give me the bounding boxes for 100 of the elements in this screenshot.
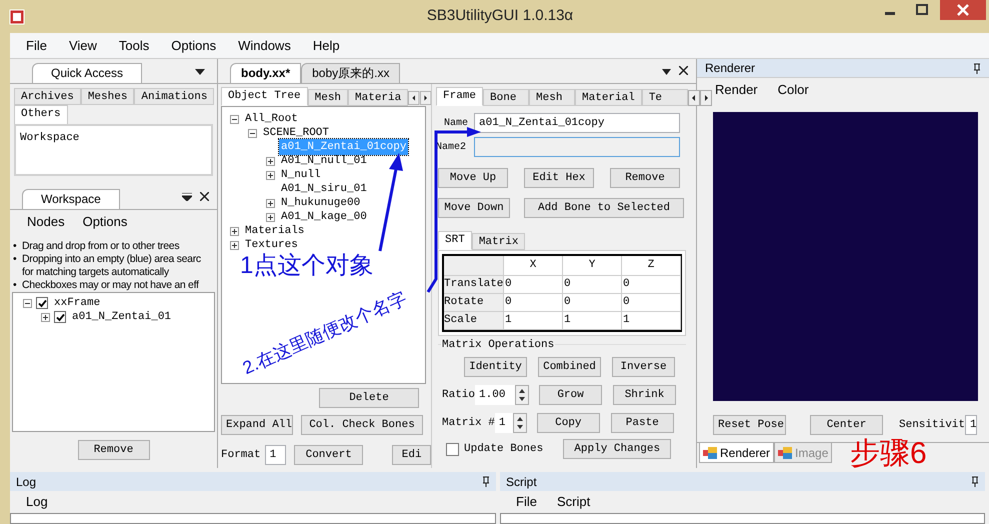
input-field[interactable]: a01_N_Zentai_01copy bbox=[474, 113, 680, 133]
table-cell[interactable]: 0 bbox=[504, 276, 563, 294]
button[interactable]: Convert bbox=[294, 445, 364, 465]
close-icon[interactable] bbox=[200, 192, 209, 201]
menu-item[interactable]: Script bbox=[556, 492, 590, 512]
menu-item[interactable]: Tools bbox=[118, 36, 150, 56]
tree-item[interactable]: A01_N_kage_00 bbox=[279, 208, 369, 226]
collapse-icon[interactable] bbox=[23, 298, 32, 308]
button[interactable]: Remove bbox=[78, 440, 150, 460]
menu-item[interactable]: Render bbox=[715, 80, 758, 100]
button[interactable]: Move Down bbox=[438, 198, 510, 218]
input-field[interactable]: 1.00 bbox=[475, 385, 516, 405]
tree-item[interactable]: N_hukunuge00 bbox=[279, 194, 362, 212]
dropdown-icon[interactable] bbox=[195, 69, 205, 75]
pin-icon[interactable] bbox=[482, 476, 490, 487]
scroll-right-icon[interactable] bbox=[700, 90, 712, 106]
checkbox[interactable] bbox=[54, 311, 66, 323]
tree-item[interactable]: Textures bbox=[243, 236, 300, 254]
button[interactable]: Move Up bbox=[438, 168, 508, 188]
button[interactable]: Remove bbox=[610, 168, 680, 188]
tree-item[interactable]: N_null bbox=[279, 166, 323, 184]
tab[interactable]: Mesh bbox=[529, 89, 576, 106]
tab[interactable]: Materia bbox=[348, 89, 408, 106]
collapse-icon[interactable] bbox=[230, 114, 239, 124]
list-item[interactable]: Workspace bbox=[20, 130, 207, 146]
input-field[interactable]: 1 bbox=[494, 413, 513, 433]
button[interactable]: Combined bbox=[538, 357, 601, 377]
button[interactable]: Edit Hex bbox=[524, 168, 594, 188]
menu-item[interactable]: View bbox=[68, 36, 97, 56]
expand-icon[interactable] bbox=[266, 156, 275, 166]
menu-item[interactable]: File bbox=[26, 36, 47, 56]
tab[interactable]: Material bbox=[575, 89, 642, 106]
scroll-left-icon[interactable] bbox=[408, 90, 420, 106]
checkbox[interactable] bbox=[446, 442, 459, 456]
dropdown-icon[interactable] bbox=[182, 193, 192, 201]
tab[interactable]: Mesh bbox=[308, 89, 348, 106]
table-cell[interactable]: 0 bbox=[563, 276, 622, 294]
button[interactable]: Identity bbox=[464, 357, 527, 377]
spinner-icon[interactable] bbox=[512, 413, 527, 433]
menu-item[interactable]: Nodes bbox=[27, 212, 65, 232]
input-field[interactable]: 1 bbox=[965, 415, 978, 435]
table-cell[interactable]: 0 bbox=[622, 276, 681, 294]
table-cell[interactable]: 0 bbox=[563, 294, 622, 312]
tab[interactable]: Quick Access bbox=[32, 63, 142, 83]
button[interactable]: Center bbox=[810, 415, 883, 435]
button[interactable]: Expand All bbox=[221, 415, 293, 435]
tab[interactable]: Others bbox=[14, 105, 68, 124]
table-cell[interactable]: 0 bbox=[622, 294, 681, 312]
menu-item[interactable]: Help bbox=[312, 36, 340, 56]
expand-icon[interactable] bbox=[266, 212, 275, 222]
tree-item[interactable]: SCENE_ROOT bbox=[261, 124, 332, 142]
button[interactable]: Add Bone to Selected bbox=[524, 198, 684, 218]
button[interactable]: Inverse bbox=[612, 357, 675, 377]
tab[interactable]: boby原来的.xx bbox=[301, 63, 400, 83]
expand-icon[interactable] bbox=[266, 198, 275, 208]
scroll-left-icon[interactable] bbox=[688, 90, 700, 106]
pin-icon[interactable] bbox=[973, 62, 981, 74]
input-field[interactable] bbox=[474, 137, 680, 157]
expand-icon[interactable] bbox=[41, 312, 50, 322]
tab[interactable]: Meshes bbox=[80, 88, 134, 105]
spinner-icon[interactable] bbox=[515, 385, 530, 405]
button[interactable]: Col. Check Bones bbox=[301, 415, 423, 435]
expand-icon[interactable] bbox=[230, 226, 239, 236]
table-cell[interactable]: 1 bbox=[563, 312, 622, 330]
tab[interactable]: body.xx* bbox=[230, 63, 302, 83]
expand-icon[interactable] bbox=[230, 240, 239, 250]
tab[interactable]: Matrix bbox=[472, 233, 526, 250]
button[interactable]: Grow bbox=[539, 385, 602, 405]
tree-item[interactable]: A01_N_null_01 bbox=[279, 152, 369, 170]
button[interactable]: Apply Changes bbox=[563, 439, 672, 459]
tab[interactable]: Workspace bbox=[22, 189, 120, 209]
close-icon[interactable] bbox=[679, 66, 688, 75]
tree-item[interactable]: xxFrame bbox=[52, 294, 102, 312]
tab[interactable]: Object Tree bbox=[221, 87, 308, 106]
scroll-right-icon[interactable] bbox=[420, 90, 431, 106]
menu-item[interactable]: Color bbox=[778, 80, 809, 100]
collapse-icon[interactable] bbox=[248, 128, 257, 138]
menu-item[interactable]: File bbox=[516, 492, 537, 512]
tab[interactable]: SRT bbox=[438, 231, 472, 250]
input-field[interactable]: 1 bbox=[264, 445, 286, 465]
text-area[interactable] bbox=[500, 513, 985, 524]
button[interactable]: Paste bbox=[610, 413, 674, 433]
menu-item[interactable]: Options bbox=[171, 36, 216, 56]
tree-item[interactable]: All_Root bbox=[243, 110, 300, 128]
tab[interactable]: Archives bbox=[14, 88, 81, 105]
menu-item[interactable]: Options bbox=[82, 212, 128, 232]
table-cell[interactable]: 1 bbox=[622, 312, 681, 330]
tab[interactable]: Frame bbox=[436, 87, 484, 106]
dropdown-icon[interactable] bbox=[662, 69, 671, 75]
tree-item[interactable]: Materials bbox=[243, 222, 306, 240]
tree-item[interactable]: A01_N_siru_01 bbox=[279, 180, 369, 198]
table-cell[interactable]: 0 bbox=[504, 294, 563, 312]
button[interactable]: Delete bbox=[319, 388, 419, 408]
text-area[interactable] bbox=[10, 513, 496, 524]
table-cell[interactable]: 1 bbox=[504, 312, 563, 330]
tab[interactable]: Bone bbox=[483, 89, 530, 106]
menu-item[interactable]: Windows bbox=[238, 36, 291, 56]
checkbox[interactable] bbox=[36, 297, 48, 309]
button[interactable]: Reset Pose bbox=[713, 415, 786, 435]
menu-item[interactable]: Log bbox=[26, 492, 48, 512]
